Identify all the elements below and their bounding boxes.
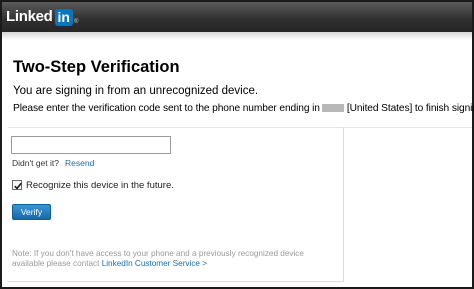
registered-mark: ®: [74, 19, 79, 25]
instruction-message: Please enter the verification code sent …: [13, 103, 474, 114]
instruction-suffix: [United States] to finish signing in.: [346, 103, 474, 114]
help-note: Note: If you don't have access to your p…: [12, 249, 332, 269]
logo-in-box: in: [54, 8, 73, 26]
instruction-prefix: Please enter the verification code sent …: [13, 103, 320, 114]
header-bar: Linked in ®: [2, 2, 472, 32]
header-shadow: [2, 32, 472, 40]
window-frame: Linked in ® Two-Step Verification You ar…: [0, 0, 474, 289]
recognize-device-label[interactable]: Recognize this device in the future.: [26, 180, 174, 191]
checkmark-icon: [14, 182, 22, 190]
redacted-phone-digits: [321, 103, 344, 112]
unrecognized-device-message: You are signing in from an unrecognized …: [13, 85, 259, 97]
verification-code-input[interactable]: [11, 136, 171, 154]
resend-link[interactable]: Resend: [65, 158, 94, 168]
linkedin-logo[interactable]: Linked in ®: [6, 8, 78, 26]
verify-button[interactable]: Verify: [12, 204, 51, 220]
page-title: Two-Step Verification: [13, 58, 180, 76]
logo-text: Linked: [6, 8, 53, 25]
customer-service-link[interactable]: LinkedIn Customer Service >: [102, 259, 207, 268]
didnt-get-it-label: Didn't get it?: [12, 158, 59, 168]
recognize-device-checkbox[interactable]: [12, 180, 22, 190]
